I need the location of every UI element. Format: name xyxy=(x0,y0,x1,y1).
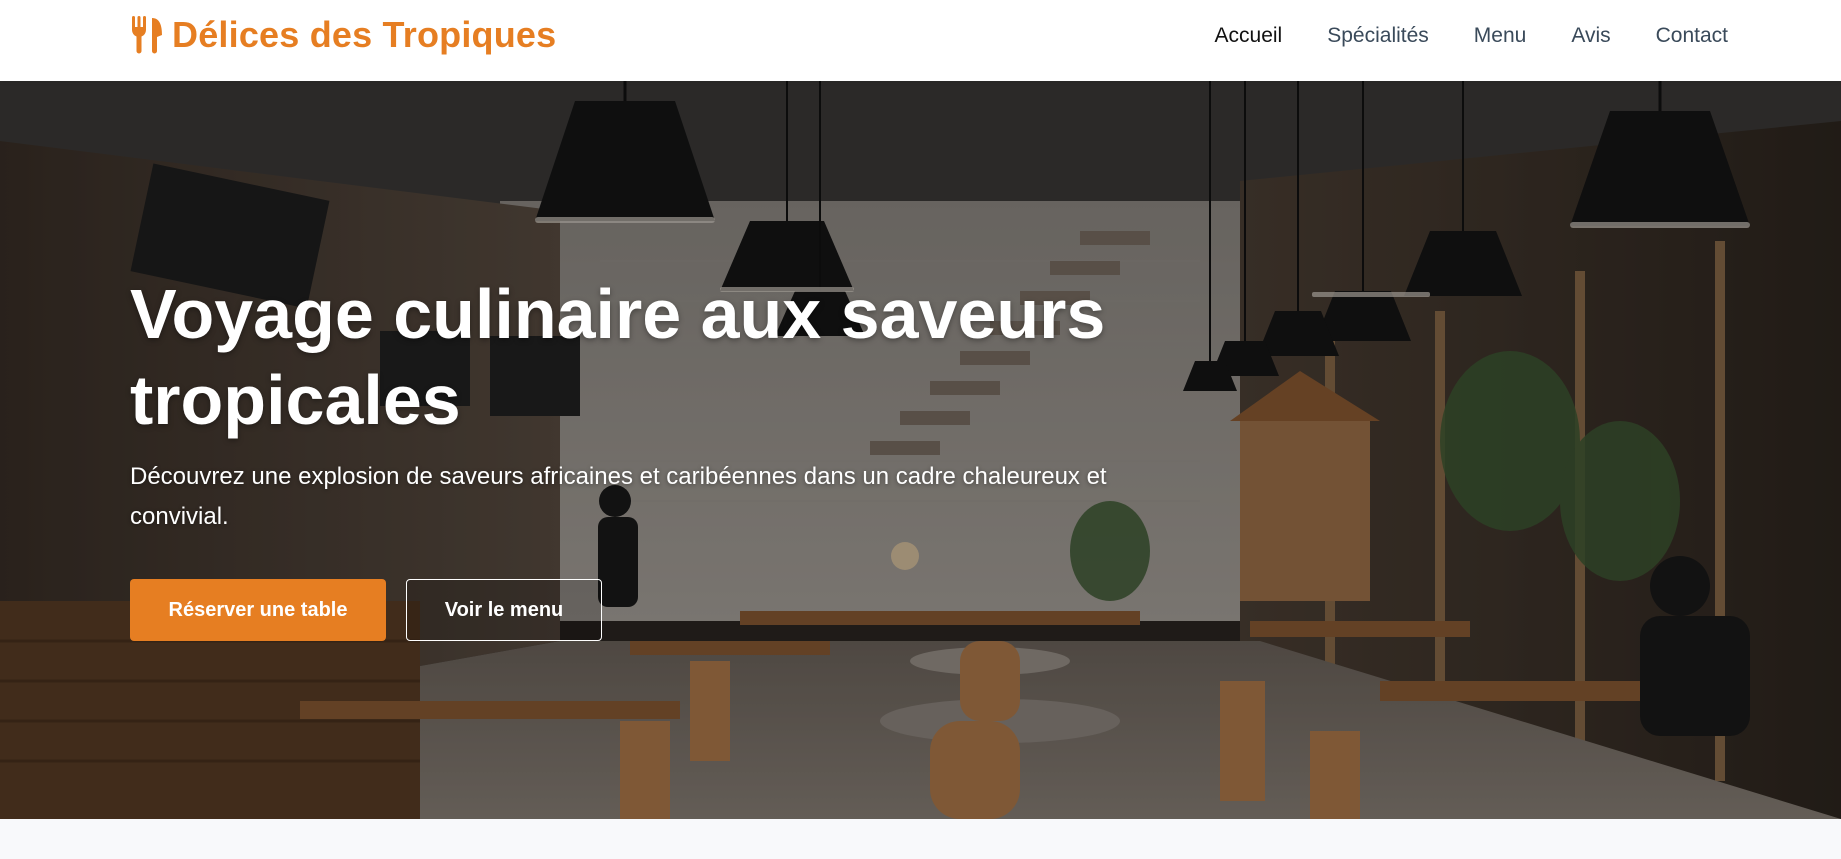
brand-name: Délices des Tropiques xyxy=(172,14,557,55)
nav-item-contact[interactable]: Contact xyxy=(1656,24,1728,48)
nav-item-menu[interactable]: Menu xyxy=(1474,24,1527,48)
hero-content: Voyage culinaire aux saveurs tropicales … xyxy=(130,271,1190,641)
main-nav: Accueil Spécialités Menu Avis Contact xyxy=(1215,24,1728,48)
hero-buttons: Réserver une table Voir le menu xyxy=(130,579,1190,641)
hero-title: Voyage culinaire aux saveurs tropicales xyxy=(130,275,1106,439)
hero-section: Voyage culinaire aux saveurs tropicales … xyxy=(0,81,1841,819)
site-header: Délices des Tropiques Accueil Spécialité… xyxy=(0,0,1841,81)
brand-logo[interactable]: Délices des Tropiques xyxy=(130,14,556,56)
nav-item-avis[interactable]: Avis xyxy=(1571,24,1610,48)
next-section-edge xyxy=(0,819,1841,859)
hero-subtitle: Découvrez une explosion de saveurs afric… xyxy=(130,463,1107,530)
reserve-table-button[interactable]: Réserver une table xyxy=(130,579,386,641)
nav-item-accueil[interactable]: Accueil xyxy=(1215,24,1283,48)
nav-item-specialites[interactable]: Spécialités xyxy=(1327,24,1429,48)
view-menu-button[interactable]: Voir le menu xyxy=(406,579,602,641)
utensils-icon xyxy=(130,16,164,54)
